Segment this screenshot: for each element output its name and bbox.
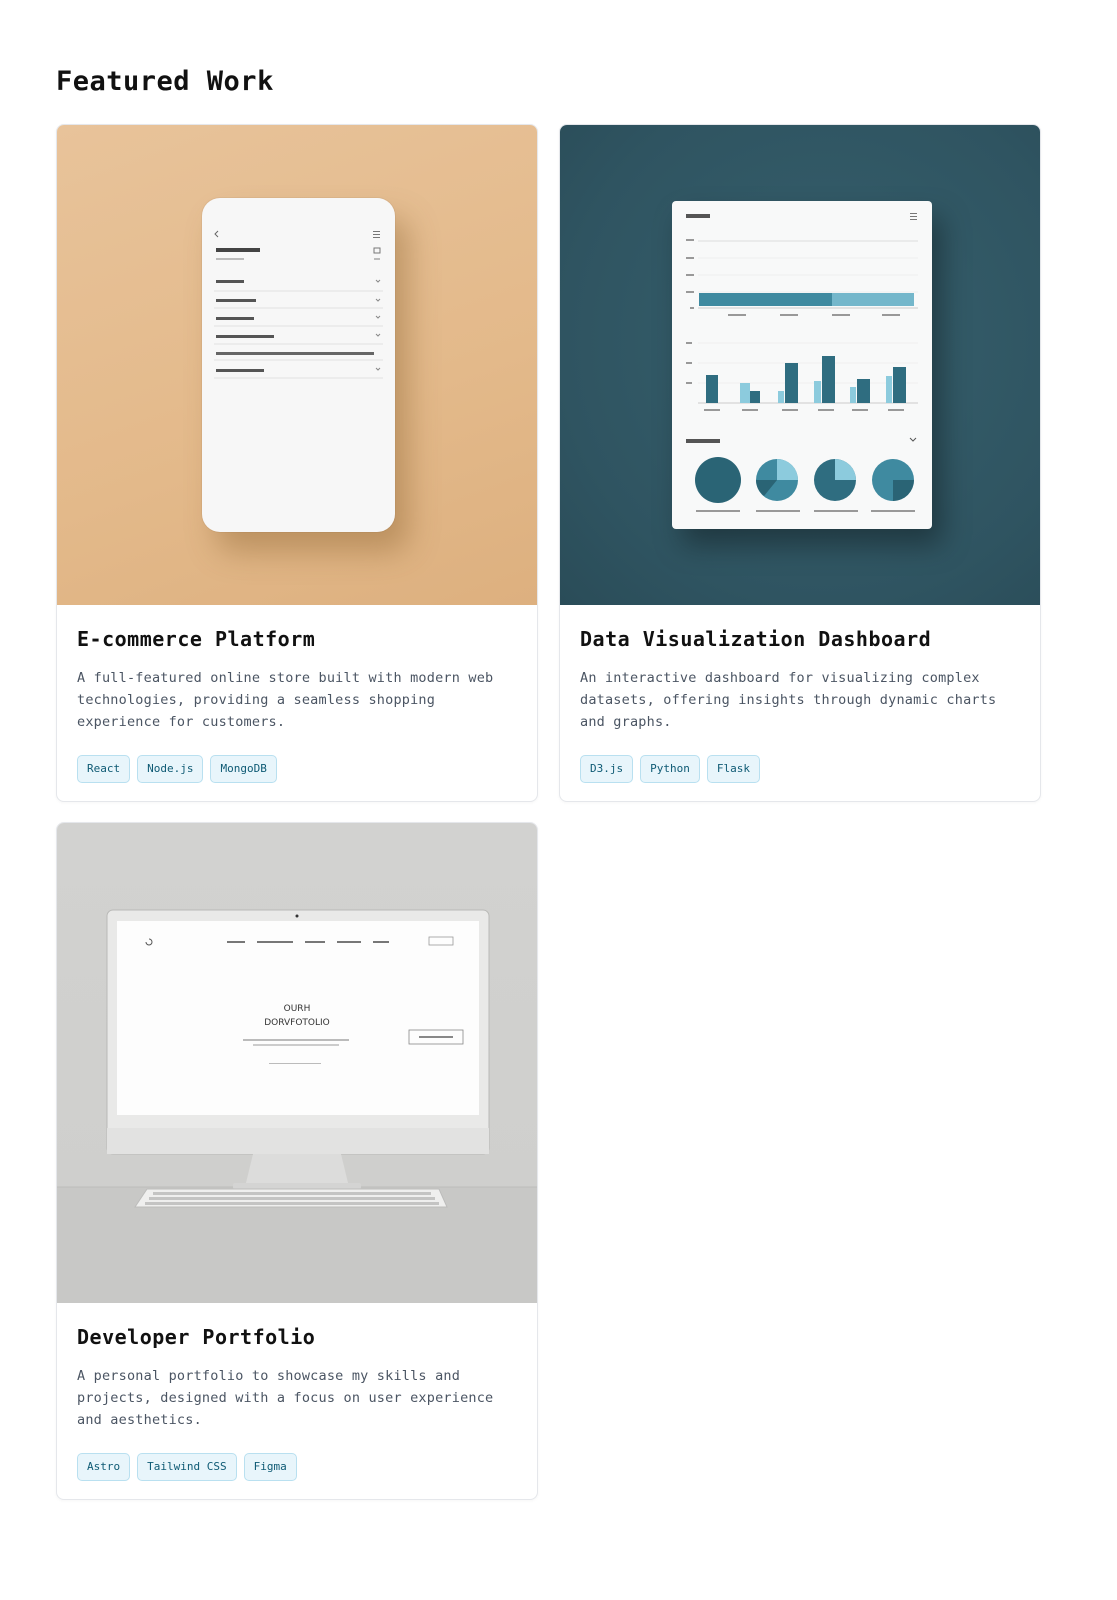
dashboard-mockup-image [672,201,932,529]
project-card-ecommerce[interactable]: E-commerce Platform A full-featured onli… [56,124,538,802]
project-description: An interactive dashboard for visualizing… [580,670,997,730]
desktop-monitor-mockup-image: OURH DORVFOTOLIO [57,909,537,1303]
project-image-dashboard[interactable] [560,125,1040,605]
project-title: E-commerce Platform [77,627,316,651]
section-title: Featured Work [56,66,274,97]
tag: MongoDB [210,755,277,783]
tag: Flask [706,755,760,783]
tag-list: Astro Tailwind CSS Figma [77,1453,517,1481]
monitor-heading-line1: OURH [284,1004,311,1014]
project-card-portfolio[interactable]: OURH DORVFOTOLIO Developer Portfolio A p… [56,822,538,1500]
tag: Node.js [137,755,204,783]
tag: Tailwind CSS [137,1453,237,1481]
tag-list: React Node.js MongoDB [77,755,517,783]
tag: Astro [77,1453,131,1481]
phone-screen-illustration [214,230,383,379]
project-title: Data Visualization Dashboard [580,627,932,651]
tag: Figma [243,1453,297,1481]
tag-list: D3.js Python Flask [580,755,1020,783]
monitor-heading-line2: DORVFOTOLIO [264,1018,330,1028]
project-title: Developer Portfolio [77,1325,316,1349]
project-image-ecommerce[interactable] [57,125,537,605]
project-card-dashboard[interactable]: Data Visualization Dashboard An interact… [559,124,1041,802]
project-image-portfolio[interactable]: OURH DORVFOTOLIO [57,823,537,1303]
dashboard-screen-illustration [686,213,918,512]
project-description: A full-featured online store built with … [77,670,494,730]
phone-mockup-image [202,198,395,532]
tag: React [77,755,131,783]
tag: Python [640,755,700,783]
project-description: A personal portfolio to showcase my skil… [77,1368,494,1428]
tag: D3.js [580,755,634,783]
